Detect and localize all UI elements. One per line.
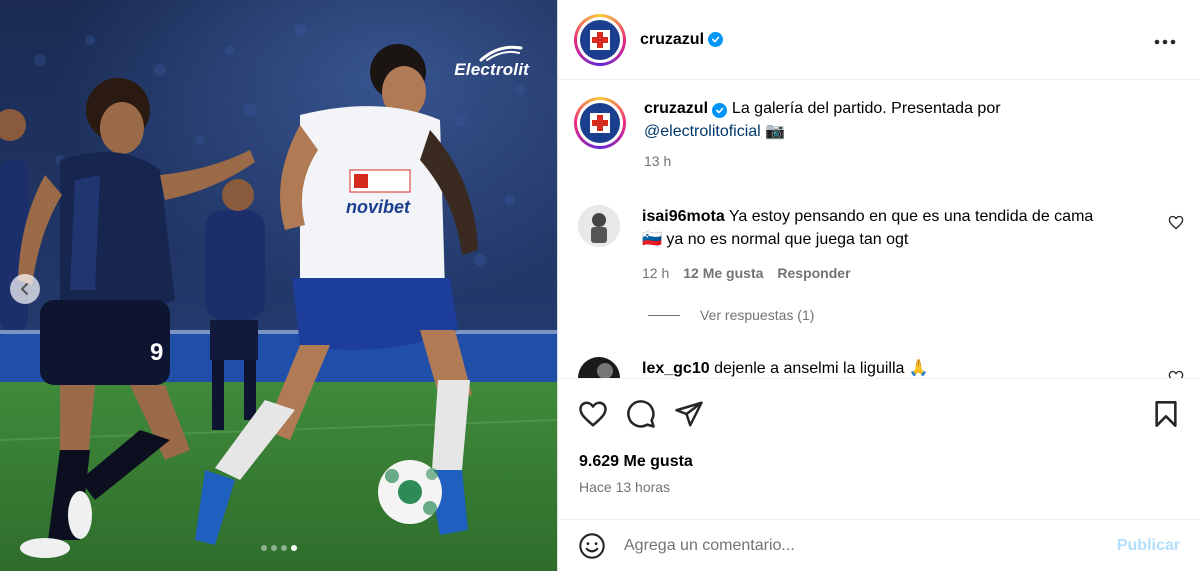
- comment-text-continued: ya no es normal que juega tan ogt: [666, 231, 909, 248]
- heart-outline-icon: [1168, 370, 1184, 378]
- left-player-number: 9: [150, 339, 163, 366]
- flag-emoji-icon: 🇸🇮: [642, 231, 662, 248]
- header-username[interactable]: cruzazul: [640, 31, 724, 49]
- caption-mention-link[interactable]: @electrolitoficial: [644, 123, 761, 140]
- post-header: cruzazul: [558, 0, 1200, 80]
- view-replies-button[interactable]: Ver respuestas (1): [648, 307, 814, 323]
- carousel-dot: [260, 545, 267, 551]
- like-comment-button[interactable]: [1168, 215, 1184, 233]
- comment-time[interactable]: 12 h: [642, 262, 669, 285]
- comment-likes-count[interactable]: 12 Me gusta: [683, 262, 763, 285]
- verified-badge-icon: [712, 103, 728, 118]
- bookmark-icon: [1155, 401, 1177, 427]
- carousel-dot-active: [290, 545, 297, 551]
- cruz-azul-crest-icon: [580, 103, 620, 143]
- emoji-picker-button[interactable]: [578, 532, 606, 560]
- match-photo: 9 novibet: [0, 0, 557, 571]
- reply-button[interactable]: Responder: [777, 262, 850, 285]
- comment-input[interactable]: [624, 536, 1094, 555]
- cruz-azul-crest-icon: [580, 19, 620, 60]
- caption-time[interactable]: 13 h: [644, 150, 1164, 173]
- like-comment-button[interactable]: [1168, 370, 1184, 378]
- chevron-left-icon: [21, 283, 28, 295]
- publish-button[interactable]: Publicar: [1117, 537, 1180, 555]
- jersey-sponsor: novibet: [346, 197, 411, 217]
- camera-emoji-icon: 📷: [765, 123, 786, 140]
- electrolit-logo: Electrolit: [454, 60, 529, 79]
- post-panel: cruzazul cruzazul La galería del partido…: [557, 0, 1200, 571]
- paper-plane-icon: [675, 401, 703, 427]
- view-replies-label[interactable]: Ver respuestas (1): [700, 307, 814, 323]
- comments-section[interactable]: cruzazul La galería del partido. Present…: [558, 81, 1200, 378]
- comment-item: isai96mota Ya estoy pensando en que es u…: [578, 205, 1162, 285]
- caption-avatar[interactable]: [574, 97, 626, 149]
- comment-username[interactable]: isai96mota: [642, 208, 725, 225]
- heart-outline-icon: [579, 401, 607, 427]
- comment-item: lex_gc10 dejenle a anselmi la liguilla 🙏: [578, 357, 1162, 378]
- share-button[interactable]: [674, 400, 704, 428]
- post-timestamp[interactable]: Hace 13 horas: [579, 479, 670, 495]
- commenter-avatar[interactable]: [578, 357, 620, 378]
- caption-text: La galería del partido. Presentada por: [731, 100, 1001, 117]
- carousel-indicator: [0, 545, 557, 551]
- post-caption: cruzazul La galería del partido. Present…: [574, 97, 1164, 173]
- smiley-icon: [579, 532, 605, 559]
- comment-composer: Publicar: [558, 519, 1200, 571]
- carousel-dot: [280, 545, 287, 551]
- header-username-text[interactable]: cruzazul: [640, 31, 704, 49]
- like-button[interactable]: [578, 400, 608, 428]
- carousel-dot: [270, 545, 277, 551]
- comment-username[interactable]: lex_gc10: [642, 360, 710, 377]
- divider-line: [648, 314, 680, 316]
- post-media[interactable]: 9 novibet Electrolit: [0, 0, 557, 571]
- commenter-avatar[interactable]: [578, 205, 620, 247]
- caption-username[interactable]: cruzazul: [644, 100, 708, 117]
- carousel-prev-button[interactable]: [10, 274, 40, 304]
- comment-button[interactable]: [626, 399, 656, 429]
- more-horizontal-icon: [1154, 39, 1176, 45]
- comment-text: Ya estoy pensando en que es una tendida …: [728, 208, 1094, 225]
- pray-emoji-icon: 🙏: [908, 360, 929, 377]
- verified-badge-icon: [708, 32, 724, 47]
- likes-count[interactable]: 9.629 Me gusta: [579, 453, 693, 471]
- comment-bubble-icon: [627, 400, 655, 428]
- save-button[interactable]: [1154, 400, 1178, 428]
- comment-text: dejenle a anselmi la liguilla: [714, 360, 905, 377]
- avatar[interactable]: [574, 13, 626, 66]
- heart-outline-icon: [1168, 215, 1184, 230]
- post-actions: 9.629 Me gusta Hace 13 horas: [558, 378, 1200, 495]
- more-options-button[interactable]: [1154, 28, 1176, 51]
